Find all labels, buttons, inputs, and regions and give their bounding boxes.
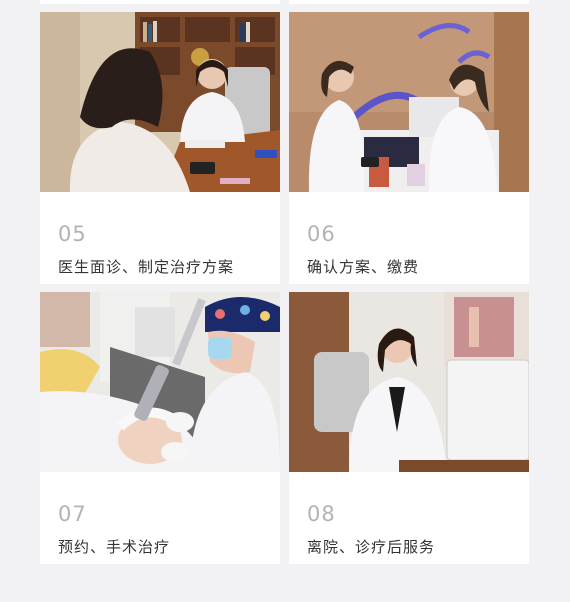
doctor-consultation-photo <box>40 12 280 192</box>
previous-card-edge-left <box>40 0 280 4</box>
step-label: 确认方案、缴费 <box>307 258 420 276</box>
step-number: 06 <box>307 222 336 246</box>
previous-card-edge-right <box>289 0 529 4</box>
laser-treatment-photo <box>40 292 280 472</box>
step-card-08: 08 离院、诊疗后服务 <box>289 292 529 564</box>
step-card-07: 07 预约、手术治疗 <box>40 292 280 564</box>
step-label: 预约、手术治疗 <box>58 538 171 556</box>
step-label: 医生面诊、制定治疗方案 <box>58 258 235 276</box>
aftercare-service-photo <box>289 292 529 472</box>
step-number: 08 <box>307 502 336 526</box>
step-label: 离院、诊疗后服务 <box>307 538 436 556</box>
step-card-06: 06 确认方案、缴费 <box>289 12 529 284</box>
step-card-05: 05 医生面诊、制定治疗方案 <box>40 12 280 284</box>
step-number: 05 <box>58 222 87 246</box>
step-number: 07 <box>58 502 87 526</box>
front-desk-payment-photo <box>289 12 529 192</box>
